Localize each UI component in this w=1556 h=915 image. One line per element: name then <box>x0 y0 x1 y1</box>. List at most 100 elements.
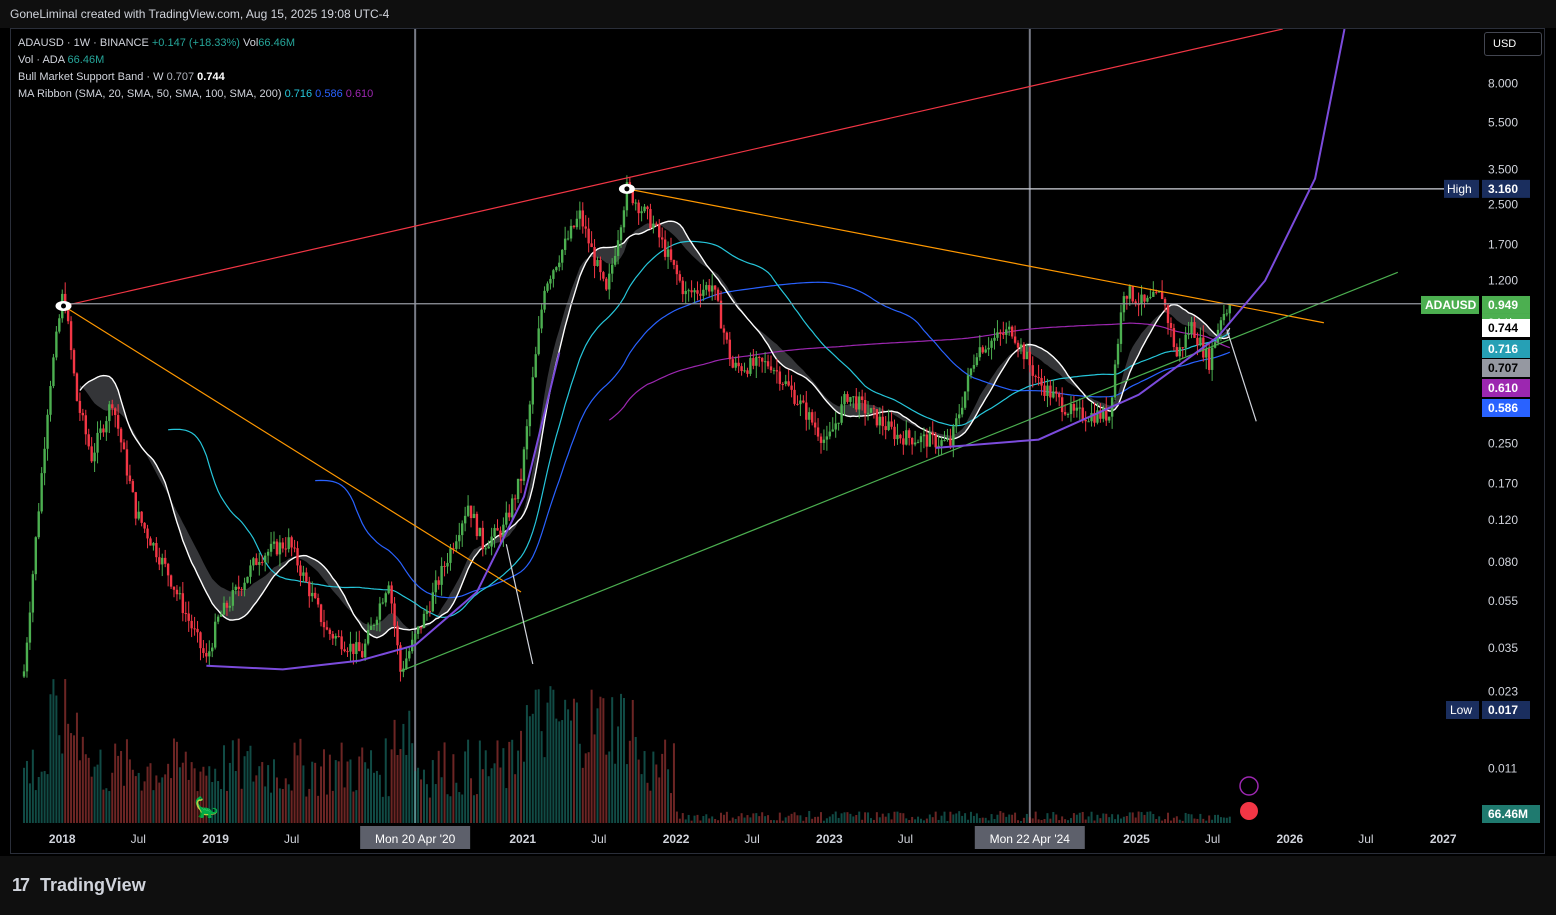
volume-bar <box>96 764 99 823</box>
candle-body <box>684 290 687 295</box>
volume-bar <box>531 713 534 823</box>
volume-bar <box>223 745 226 823</box>
volume-bar <box>890 819 893 823</box>
volume-bar <box>70 733 73 823</box>
candle-body <box>1081 407 1084 420</box>
volume-bar <box>1190 814 1193 823</box>
candle-body <box>575 218 579 228</box>
candle-body <box>1075 407 1079 411</box>
candle-body <box>1128 286 1131 299</box>
volume-bar <box>855 815 858 823</box>
last-price-label: 0.949 <box>1488 298 1518 312</box>
candle-body <box>1210 347 1214 370</box>
volume-bar <box>311 761 314 823</box>
candle-body <box>234 586 237 591</box>
candle-body <box>619 227 623 241</box>
candle-body <box>846 394 849 402</box>
volume-bar <box>508 741 511 823</box>
candle-body <box>710 285 714 292</box>
candle-body <box>975 357 979 366</box>
volume-bar <box>40 771 43 823</box>
candle-body <box>175 589 179 595</box>
volume-bar <box>811 818 814 823</box>
volume-bar <box>911 816 914 823</box>
candle-body <box>984 349 987 353</box>
volume-bar <box>352 791 355 823</box>
candle-body <box>652 223 655 229</box>
volume-bar <box>1205 820 1208 823</box>
y-tick-label: 0.170 <box>1488 477 1518 491</box>
candle-body <box>405 658 408 669</box>
volume-bar <box>49 694 52 823</box>
candle-body <box>622 210 626 228</box>
currency-button[interactable]: USD <box>1484 32 1542 56</box>
legend: ADAUSD · 1W · BINANCE +0.147 (+18.33%) V… <box>18 35 373 103</box>
volume-bar <box>314 762 317 823</box>
candle-body <box>305 572 308 582</box>
volume-bar <box>834 811 837 823</box>
volume-bar <box>825 818 828 823</box>
volume-bar <box>1025 813 1028 823</box>
candle-body <box>649 209 652 229</box>
volume-bar <box>1067 820 1070 823</box>
volume-bar <box>1181 820 1184 823</box>
event-icon-flag <box>1240 802 1258 820</box>
volume-bar <box>758 816 761 823</box>
volume-bar <box>143 781 146 823</box>
volume-bar <box>805 817 808 823</box>
candle-body <box>637 202 640 214</box>
price-chart[interactable]: 8.000 5.500 3.500 2.500 1.700 1.200 0.250 0.170… <box>0 0 1556 915</box>
candle-body <box>225 602 229 608</box>
candle-body <box>640 211 643 214</box>
candle-body <box>449 548 452 563</box>
volume-bar <box>978 818 981 823</box>
volume-bar <box>605 754 608 823</box>
volume-bar <box>905 818 908 823</box>
volume-bar <box>1099 818 1102 823</box>
volume-bar <box>875 812 878 823</box>
candle-body <box>922 434 926 437</box>
volume-bar <box>252 781 255 823</box>
volume-bar <box>434 784 437 823</box>
x-tick-label: Jul <box>1205 832 1220 846</box>
volume-bar <box>949 811 952 823</box>
candle-body <box>572 225 576 228</box>
candle-body <box>822 439 826 443</box>
candle-body <box>681 280 684 295</box>
candle-body <box>660 237 664 240</box>
volume-bar <box>1031 818 1034 823</box>
volume-bar <box>1211 819 1214 823</box>
x-tick-label: Jul <box>898 832 913 846</box>
candle-body <box>734 362 737 368</box>
legend-volume-row: Vol · ADA 66.46M <box>18 52 373 69</box>
volume-bar <box>670 793 673 823</box>
volume-bar <box>425 784 428 823</box>
volume-bar <box>90 776 93 823</box>
volume-bar <box>1225 817 1228 823</box>
candle-body <box>1010 326 1014 337</box>
volume-bar <box>925 818 928 823</box>
volume-bar <box>278 788 281 823</box>
candle-body <box>1072 404 1076 411</box>
volume-bar <box>614 763 617 823</box>
candle-body <box>1225 313 1229 315</box>
volume-bar <box>849 813 852 823</box>
candle-body <box>455 541 458 549</box>
legend-ma-v2: 0.586 <box>315 88 343 100</box>
volume-bar <box>981 817 984 823</box>
high-label: High <box>1447 182 1472 196</box>
candle-body <box>702 289 705 296</box>
candle-body <box>746 370 749 374</box>
candle-body <box>1016 342 1020 348</box>
volume-bar <box>28 783 31 823</box>
indicator-label-3: 0.610 <box>1488 381 1518 395</box>
candle-body <box>231 590 235 606</box>
candle-body <box>211 647 214 652</box>
y-tick-label: 8.000 <box>1488 76 1518 90</box>
arrow-1 <box>505 544 534 665</box>
candle-body <box>81 412 85 416</box>
candle-body <box>834 423 837 430</box>
volume-bar <box>611 697 614 823</box>
volume-bar <box>173 738 176 823</box>
candle-body <box>511 498 514 518</box>
